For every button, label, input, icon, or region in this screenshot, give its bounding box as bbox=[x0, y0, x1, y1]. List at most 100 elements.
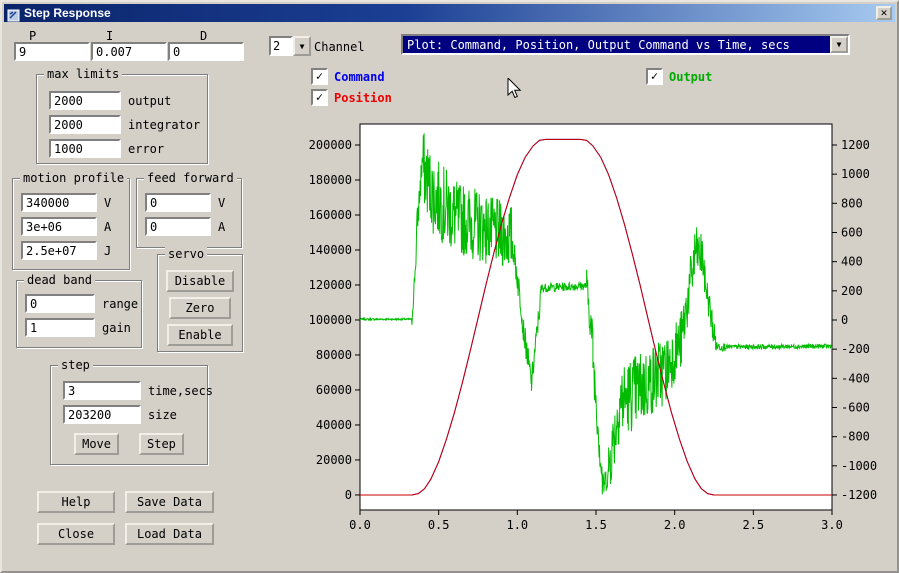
output-checkbox-label: Output bbox=[669, 70, 712, 84]
output-checkbox[interactable]: ✓ Output bbox=[646, 68, 712, 85]
max-integrator-input[interactable] bbox=[49, 115, 121, 134]
motion-profile-group: motion profile V A J bbox=[12, 178, 130, 270]
svg-text:180000: 180000 bbox=[309, 173, 352, 187]
servo-title: servo bbox=[165, 247, 207, 261]
servo-enable-button[interactable]: Enable bbox=[167, 324, 233, 346]
svg-text:40000: 40000 bbox=[316, 418, 352, 432]
checkbox-check-icon[interactable]: ✓ bbox=[311, 89, 328, 106]
max-integrator-label: integrator bbox=[128, 118, 200, 132]
max-error-input[interactable] bbox=[49, 139, 121, 158]
svg-text:20000: 20000 bbox=[316, 453, 352, 467]
profile-jerk-input[interactable] bbox=[21, 241, 97, 260]
servo-disable-button[interactable]: Disable bbox=[166, 270, 234, 292]
chevron-down-icon[interactable]: ▼ bbox=[830, 36, 848, 53]
ff-velocity-input[interactable] bbox=[145, 193, 211, 212]
svg-text:0: 0 bbox=[345, 488, 352, 502]
move-button[interactable]: Move bbox=[74, 433, 119, 455]
step-button[interactable]: Step bbox=[139, 433, 184, 455]
close-icon[interactable]: ✕ bbox=[876, 6, 892, 20]
svg-text:-400: -400 bbox=[841, 371, 870, 385]
deadband-range-label: range bbox=[102, 297, 138, 311]
svg-text:-1200: -1200 bbox=[841, 488, 877, 502]
max-output-input[interactable] bbox=[49, 91, 121, 110]
svg-text:2.0: 2.0 bbox=[664, 518, 686, 532]
profile-velocity-input[interactable] bbox=[21, 193, 97, 212]
svg-text:600: 600 bbox=[841, 225, 863, 239]
svg-text:160000: 160000 bbox=[309, 208, 352, 222]
app-icon bbox=[7, 7, 20, 20]
d-input[interactable] bbox=[168, 42, 244, 61]
step-response-window: Step Response ✕ P I D max limits output … bbox=[0, 0, 899, 573]
title-bar[interactable]: Step Response ✕ bbox=[4, 4, 895, 22]
dead-band-title: dead band bbox=[24, 273, 95, 287]
profile-velocity-label: V bbox=[104, 196, 111, 210]
ff-accel-input[interactable] bbox=[145, 217, 211, 236]
svg-text:80000: 80000 bbox=[316, 348, 352, 362]
max-output-label: output bbox=[128, 94, 171, 108]
p-input[interactable] bbox=[14, 42, 90, 61]
position-checkbox[interactable]: ✓ Position bbox=[311, 89, 392, 106]
step-size-label: size bbox=[148, 408, 177, 422]
svg-text:1200: 1200 bbox=[841, 138, 870, 152]
load-data-button[interactable]: Load Data bbox=[125, 523, 214, 545]
svg-text:0: 0 bbox=[841, 313, 848, 327]
plot-select-value[interactable]: Plot: Command, Position, Output Command … bbox=[403, 36, 830, 53]
profile-jerk-label: J bbox=[104, 244, 111, 258]
svg-text:140000: 140000 bbox=[309, 243, 352, 257]
channel-select-value[interactable]: 2 bbox=[269, 36, 293, 56]
plot-select[interactable]: Plot: Command, Position, Output Command … bbox=[401, 34, 850, 55]
deadband-gain-input[interactable] bbox=[25, 318, 95, 337]
max-error-label: error bbox=[128, 142, 164, 156]
svg-text:400: 400 bbox=[841, 255, 863, 269]
checkbox-check-icon[interactable]: ✓ bbox=[646, 68, 663, 85]
svg-text:200: 200 bbox=[841, 284, 863, 298]
svg-text:800: 800 bbox=[841, 196, 863, 210]
svg-text:-600: -600 bbox=[841, 400, 870, 414]
help-button[interactable]: Help bbox=[37, 491, 115, 513]
svg-text:-200: -200 bbox=[841, 342, 870, 356]
svg-text:0.0: 0.0 bbox=[349, 518, 371, 532]
d-label: D bbox=[200, 29, 207, 43]
svg-text:120000: 120000 bbox=[309, 278, 352, 292]
chevron-down-icon[interactable]: ▼ bbox=[293, 36, 311, 56]
step-title: step bbox=[58, 358, 93, 372]
svg-text:1000: 1000 bbox=[841, 167, 870, 181]
i-label: I bbox=[106, 29, 113, 43]
dead-band-group: dead band range gain bbox=[16, 280, 142, 348]
profile-accel-label: A bbox=[104, 220, 111, 234]
channel-select[interactable]: 2 ▼ bbox=[269, 36, 311, 56]
command-checkbox-label: Command bbox=[334, 70, 385, 84]
svg-text:200000: 200000 bbox=[309, 138, 352, 152]
step-group: step time,secs size Move Step bbox=[50, 365, 208, 465]
step-size-input[interactable] bbox=[63, 405, 141, 424]
profile-accel-input[interactable] bbox=[21, 217, 97, 236]
step-response-chart: 0.00.51.01.52.02.53.00200004000060000800… bbox=[287, 114, 887, 544]
close-button[interactable]: Close bbox=[37, 523, 115, 545]
svg-text:60000: 60000 bbox=[316, 383, 352, 397]
command-checkbox[interactable]: ✓ Command bbox=[311, 68, 385, 85]
svg-text:3.0: 3.0 bbox=[821, 518, 843, 532]
step-time-input[interactable] bbox=[63, 381, 141, 400]
checkbox-check-icon[interactable]: ✓ bbox=[311, 68, 328, 85]
deadband-range-input[interactable] bbox=[25, 294, 95, 313]
save-data-button[interactable]: Save Data bbox=[125, 491, 214, 513]
max-limits-title: max limits bbox=[44, 67, 122, 81]
i-input[interactable] bbox=[91, 42, 167, 61]
svg-text:1.0: 1.0 bbox=[506, 518, 528, 532]
max-limits-group: max limits output integrator error bbox=[36, 74, 208, 164]
feed-forward-group: feed forward V A bbox=[136, 178, 242, 248]
motion-profile-title: motion profile bbox=[20, 171, 127, 185]
mouse-cursor bbox=[507, 78, 527, 102]
servo-zero-button[interactable]: Zero bbox=[169, 297, 231, 319]
svg-text:1.5: 1.5 bbox=[585, 518, 607, 532]
svg-text:100000: 100000 bbox=[309, 313, 352, 327]
servo-group: servo Disable Zero Enable bbox=[157, 254, 243, 352]
deadband-gain-label: gain bbox=[102, 321, 131, 335]
svg-text:0.5: 0.5 bbox=[428, 518, 450, 532]
channel-label: Channel bbox=[314, 40, 365, 54]
feed-forward-title: feed forward bbox=[144, 171, 237, 185]
position-checkbox-label: Position bbox=[334, 91, 392, 105]
ff-accel-label: A bbox=[218, 220, 225, 234]
svg-text:-1000: -1000 bbox=[841, 459, 877, 473]
p-label: P bbox=[29, 29, 36, 43]
